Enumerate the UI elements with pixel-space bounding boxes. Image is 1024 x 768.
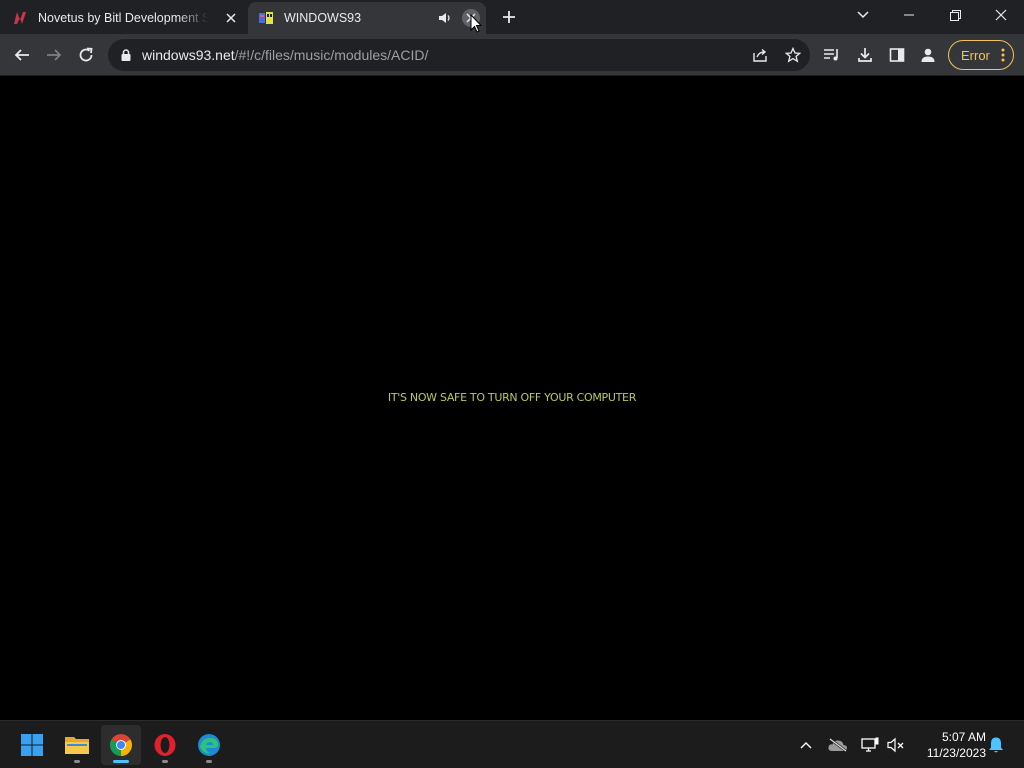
- new-tab-button[interactable]: [498, 6, 520, 28]
- start-button[interactable]: [12, 725, 52, 765]
- opera-icon: [154, 734, 176, 756]
- novetus-logo-icon: [12, 10, 28, 26]
- speaker-icon[interactable]: [437, 10, 453, 26]
- system-clock[interactable]: 5:07 AM 11/23/2023: [910, 729, 986, 761]
- windows93-logo-icon: [258, 10, 274, 26]
- lock-icon[interactable]: [119, 48, 133, 62]
- download-icon: [858, 48, 872, 62]
- media-control-button[interactable]: [818, 41, 846, 69]
- kebab-menu-icon: [1001, 48, 1005, 62]
- running-indicator: [162, 760, 168, 763]
- tab-close-icon[interactable]: [222, 9, 240, 27]
- edge-icon: [198, 734, 220, 756]
- taskbar-opera[interactable]: [145, 725, 185, 765]
- cloud-offline-icon: [828, 738, 848, 752]
- side-panel-button[interactable]: [883, 41, 911, 69]
- person-icon: [921, 48, 935, 62]
- network-tray[interactable]: [858, 733, 882, 757]
- title-bar: Novetus by Bitl Development Studio WINDO…: [0, 0, 1024, 34]
- media-queue-icon: [824, 49, 838, 61]
- tab-title: Novetus by Bitl Development Studio: [38, 11, 208, 25]
- volume-tray[interactable]: [884, 733, 908, 757]
- restore-button[interactable]: [932, 0, 978, 30]
- running-indicator: [74, 760, 80, 763]
- network-display-icon: [861, 737, 879, 752]
- url-host: windows93.net: [142, 47, 235, 63]
- minimize-icon: [904, 14, 914, 16]
- arrow-right-icon: [47, 49, 62, 61]
- chevron-down-icon: [857, 11, 869, 19]
- taskbar-chrome[interactable]: [101, 725, 141, 765]
- chrome-icon: [110, 734, 132, 756]
- clock-time: 5:07 AM: [941, 730, 986, 744]
- tab-search-button[interactable]: [850, 4, 876, 26]
- mouse-cursor-icon: [470, 14, 482, 33]
- share-icon[interactable]: [748, 43, 772, 67]
- close-window-button[interactable]: [978, 0, 1024, 30]
- restore-icon: [949, 9, 961, 21]
- running-indicator: [206, 760, 212, 763]
- address-bar[interactable]: windows93.net/#!/c/files/music/modules/A…: [108, 39, 810, 71]
- clock-date: 11/23/2023: [926, 746, 986, 760]
- web-page-content: IT'S NOW SAFE TO TURN OFF YOUR COMPUTER: [0, 77, 1024, 720]
- chevron-up-icon: [800, 742, 812, 749]
- reload-button[interactable]: [72, 41, 100, 69]
- shutdown-message: IT'S NOW SAFE TO TURN OFF YOUR COMPUTER: [387, 391, 637, 404]
- plus-icon: [503, 11, 515, 23]
- notifications-tray[interactable]: [984, 733, 1008, 757]
- minimize-button[interactable]: [886, 0, 932, 30]
- url-text[interactable]: windows93.net/#!/c/files/music/modules/A…: [142, 47, 428, 63]
- windows-start-icon: [21, 734, 43, 756]
- bell-icon: [989, 737, 1003, 753]
- forward-button[interactable]: [40, 41, 68, 69]
- browser-toolbar: windows93.net/#!/c/files/music/modules/A…: [0, 34, 1024, 76]
- side-panel-icon: [889, 48, 905, 62]
- taskbar-file-explorer[interactable]: [57, 725, 97, 765]
- url-path: /#!/c/files/music/modules/ACID/: [234, 47, 429, 63]
- error-label: Error: [961, 47, 990, 63]
- tab-novetus[interactable]: Novetus by Bitl Development Studio: [12, 2, 248, 34]
- taskbar-edge[interactable]: [189, 725, 229, 765]
- windows-taskbar: 5:07 AM 11/23/2023: [0, 720, 1024, 768]
- onedrive-tray[interactable]: [826, 733, 850, 757]
- reload-icon: [79, 47, 93, 62]
- profile-button[interactable]: [914, 41, 942, 69]
- arrow-left-icon: [14, 49, 29, 61]
- file-explorer-icon: [65, 737, 89, 754]
- close-icon: [995, 9, 1007, 21]
- bookmark-star-icon[interactable]: [781, 43, 805, 67]
- back-button[interactable]: [8, 41, 36, 69]
- show-hidden-icons-button[interactable]: [794, 733, 818, 757]
- speaker-muted-icon: [887, 737, 904, 753]
- downloads-button[interactable]: [851, 41, 879, 69]
- tab-title: WINDOWS93: [284, 11, 362, 25]
- active-indicator: [113, 760, 129, 763]
- error-menu-button[interactable]: Error: [948, 40, 1014, 70]
- tab-windows93[interactable]: WINDOWS93: [248, 2, 486, 34]
